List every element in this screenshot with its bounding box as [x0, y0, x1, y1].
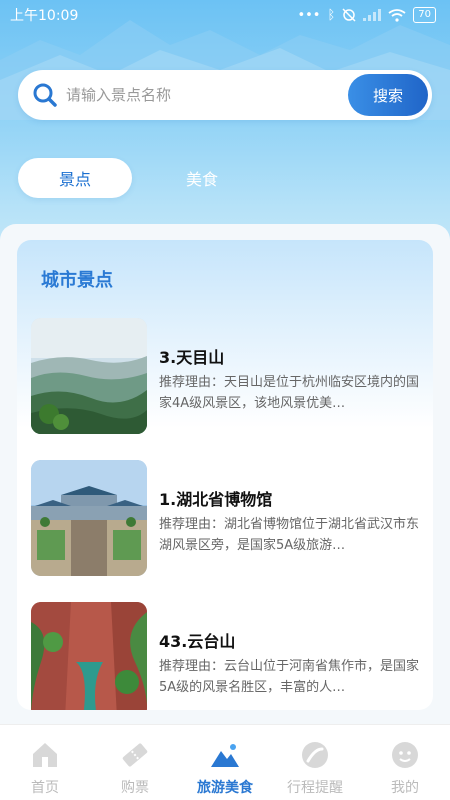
- reminder-icon: [302, 742, 328, 768]
- tabbar-label: 旅游美食: [197, 780, 253, 796]
- status-time: 上午10:09: [10, 8, 79, 24]
- tab-scenic-spots[interactable]: 景点: [18, 158, 132, 198]
- list-item[interactable]: 43.云台山 推荐理由：云台山位于河南省焦作市，是国家5A级的风景名胜区，丰富的…: [31, 602, 421, 710]
- search-icon: [33, 83, 57, 107]
- signal-icon: [363, 9, 382, 21]
- battery-icon: 70: [413, 7, 436, 23]
- list-item[interactable]: 1.湖北省博物馆 推荐理由：湖北省博物馆位于湖北省武汉市东湖风景区旁，是国家5A…: [31, 460, 421, 576]
- search-input[interactable]: [66, 86, 348, 104]
- travel-food-icon: [211, 744, 239, 767]
- item-title: 43.云台山: [159, 632, 236, 651]
- search-button[interactable]: 搜索: [348, 74, 428, 116]
- tabbar-item-tickets[interactable]: 购票: [90, 739, 180, 797]
- tabbar-label: 购票: [121, 780, 149, 796]
- content-panel: 城市景点 3.天目山 推荐理由：天目山是位于杭州临安区境内的国家4A级风景区，该…: [0, 224, 450, 724]
- tabbar-label: 我的: [391, 780, 419, 796]
- mountain-photo: [31, 318, 147, 434]
- dots-icon: •••: [297, 7, 321, 23]
- status-icons: ••• ᛒ 70: [297, 7, 436, 23]
- tabbar-label: 行程提醒: [287, 780, 343, 796]
- item-title: 1.湖北省博物馆: [159, 490, 273, 509]
- tabbar-label: 首页: [31, 780, 59, 796]
- ticket-icon: [122, 743, 148, 767]
- list-item[interactable]: 3.天目山 推荐理由：天目山是位于杭州临安区境内的国家4A级风景区，该地风景优美…: [31, 318, 421, 434]
- bluetooth-icon: ᛒ: [327, 7, 336, 23]
- item-description: 推荐理由：云台山位于河南省焦作市，是国家5A级的风景名胜区，丰富的人…: [159, 659, 420, 695]
- tab-food[interactable]: 美食: [152, 158, 252, 198]
- tabbar-item-travel-food[interactable]: 旅游美食: [180, 739, 270, 797]
- status-bar: 上午10:09 ••• ᛒ 70: [0, 0, 450, 30]
- museum-photo: [31, 460, 147, 576]
- item-description: 推荐理由：天目山是位于杭州临安区境内的国家4A级风景区，该地风景优美…: [159, 375, 420, 411]
- profile-icon: [392, 742, 418, 768]
- search-bar: 搜索: [18, 70, 432, 120]
- category-tabs: 景点 美食: [18, 158, 252, 198]
- section-title: 城市景点: [41, 270, 113, 291]
- home-icon: [33, 743, 57, 767]
- item-description: 推荐理由：湖北省博物馆位于湖北省武汉市东湖风景区旁，是国家5A级旅游…: [159, 517, 420, 553]
- wifi-icon: [388, 8, 406, 22]
- tabbar-item-profile[interactable]: 我的: [360, 739, 450, 797]
- tabbar-item-reminders[interactable]: 行程提醒: [270, 739, 360, 797]
- city-spots-card: 城市景点 3.天目山 推荐理由：天目山是位于杭州临安区境内的国家4A级风景区，该…: [17, 240, 433, 710]
- item-title: 3.天目山: [159, 348, 225, 367]
- bottom-tab-bar: 首页 购票 旅游美食 行程提醒 我的: [0, 724, 450, 800]
- canyon-photo: [31, 602, 147, 710]
- tabbar-item-home[interactable]: 首页: [0, 739, 90, 797]
- alarm-off-icon: [342, 8, 356, 22]
